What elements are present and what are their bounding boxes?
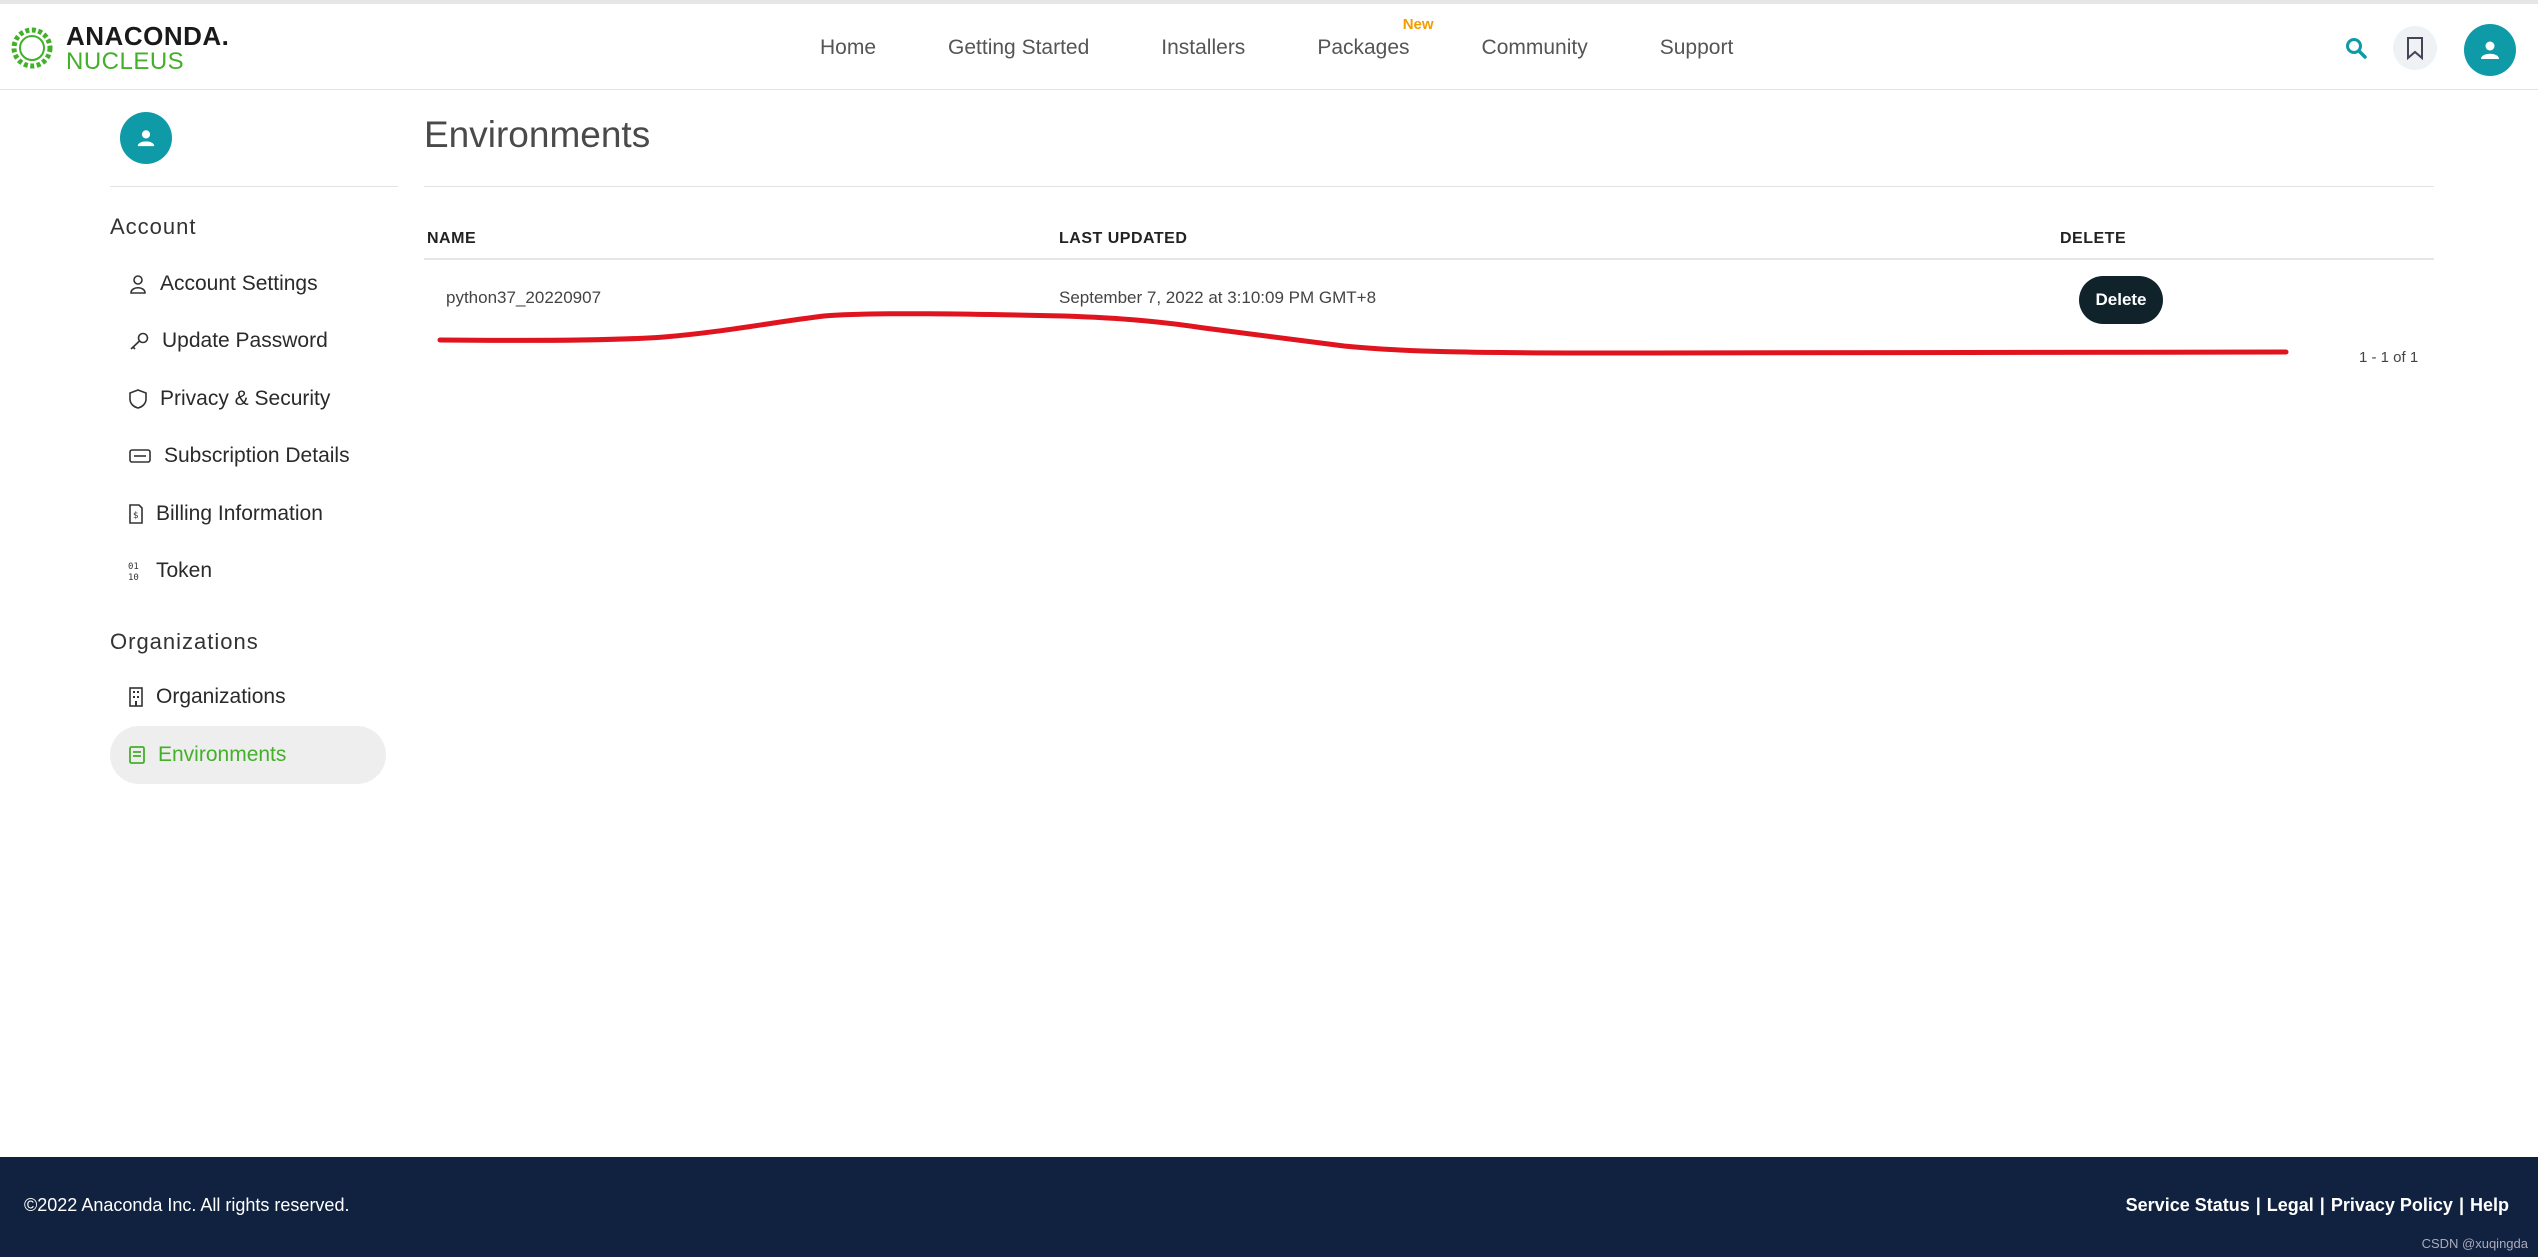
sidebar-item-account-settings[interactable]: Account Settings [110, 255, 386, 313]
new-badge: New [1402, 16, 1434, 33]
shield-icon [129, 389, 147, 409]
sidebar-item-environments[interactable]: Environments [110, 726, 386, 784]
delete-button[interactable]: Delete [2079, 276, 2163, 324]
sidebar-item-update-password[interactable]: Update Password [110, 312, 386, 370]
sidebar-item-privacy-security[interactable]: Privacy & Security [110, 370, 386, 428]
bookmark-button[interactable] [2393, 26, 2437, 70]
user-avatar-icon [2481, 41, 2499, 59]
nav-installers[interactable]: Installers [1161, 36, 1245, 60]
csdn-watermark: CSDN @xuqingda [2421, 1236, 2528, 1251]
page-footer: ©2022 Anaconda Inc. All rights reserved.… [0, 1157, 2538, 1257]
column-header-name[interactable]: NAME [427, 230, 476, 248]
nav-packages-label: Packages [1317, 36, 1410, 59]
bookmark-icon [2407, 37, 2423, 60]
main-nav: Home Getting Started Installers Packages… [820, 4, 1805, 92]
svg-text:10: 10 [128, 573, 139, 582]
sidebar-item-organizations[interactable]: Organizations [110, 668, 386, 726]
sidebar-item-token[interactable]: 01 10 Token [110, 542, 386, 600]
column-header-delete: DELETE [2060, 230, 2127, 247]
svg-text:$: $ [133, 511, 139, 521]
column-header-last-updated[interactable]: LAST UPDATED [1059, 230, 1187, 248]
environment-last-updated: September 7, 2022 at 3:10:09 PM GMT+8 [1059, 288, 1377, 307]
sidebar-item-label: Billing Information [156, 502, 323, 525]
environment-icon [129, 746, 145, 764]
svg-text:01: 01 [128, 562, 139, 572]
logo-wordmark: ANACONDA. [66, 20, 230, 51]
sidebar-item-billing-information[interactable]: $ Billing Information [110, 485, 386, 543]
sidebar-item-label: Account Settings [160, 272, 318, 295]
sidebar-avatar[interactable] [120, 112, 172, 164]
sidebar-item-label: Environments [158, 743, 287, 766]
pagination-info: 1 - 1 of 1 [2359, 349, 2419, 366]
invoice-icon: $ [129, 504, 143, 524]
sidebar-item-subscription-details[interactable]: Subscription Details [110, 427, 386, 485]
token-icon: 01 10 [128, 562, 139, 582]
anaconda-logo[interactable]: ANACONDA. NUCLEUS [10, 22, 229, 74]
title-divider [424, 186, 2434, 187]
footer-separator: | [2255, 1195, 2261, 1215]
search-icon [2346, 38, 2367, 59]
nav-home[interactable]: Home [820, 36, 876, 60]
account-section-title: Account [110, 214, 197, 239]
footer-link-legal[interactable]: Legal [2267, 1195, 2314, 1216]
page-title: Environments [424, 114, 651, 155]
sidebar-item-label: Privacy & Security [160, 387, 331, 410]
nav-community[interactable]: Community [1482, 36, 1588, 60]
environment-name[interactable]: python37_20220907 [446, 288, 601, 308]
nav-getting-started[interactable]: Getting Started [948, 36, 1089, 60]
logo-subtitle: NUCLEUS [66, 47, 185, 75]
sidebar-divider [110, 186, 398, 187]
footer-link-privacy-policy[interactable]: Privacy Policy [2331, 1195, 2453, 1216]
anaconda-ring-icon [11, 27, 53, 69]
nav-support[interactable]: Support [1660, 36, 1734, 60]
footer-links: Service Status | Legal | Privacy Policy … [2126, 1195, 2509, 1216]
key-icon [130, 332, 149, 350]
nav-packages[interactable]: Packages New [1317, 16, 1433, 60]
ticket-icon [129, 449, 151, 463]
footer-separator: | [2319, 1195, 2325, 1215]
sidebar-item-label: Token [156, 559, 213, 582]
red-annotation-line [437, 311, 2289, 356]
sidebar-item-label: Update Password [162, 329, 328, 352]
copyright-text: ©2022 Anaconda Inc. All rights reserved. [24, 1195, 350, 1215]
user-icon [130, 275, 146, 294]
sidebar-item-label: Organizations [156, 685, 286, 708]
sidebar-item-label: Subscription Details [164, 444, 350, 467]
table-header-divider [424, 258, 2434, 260]
footer-link-help[interactable]: Help [2470, 1195, 2509, 1216]
footer-link-service-status[interactable]: Service Status [2126, 1195, 2250, 1216]
organizations-section-title: Organizations [110, 629, 259, 654]
user-avatar-icon [137, 130, 155, 147]
user-avatar-button[interactable] [2464, 24, 2516, 76]
building-icon [129, 687, 143, 707]
search-button[interactable] [2334, 26, 2378, 70]
footer-separator: | [2458, 1195, 2464, 1215]
top-header: ANACONDA. NUCLEUS Home Getting Started I… [0, 0, 2538, 90]
